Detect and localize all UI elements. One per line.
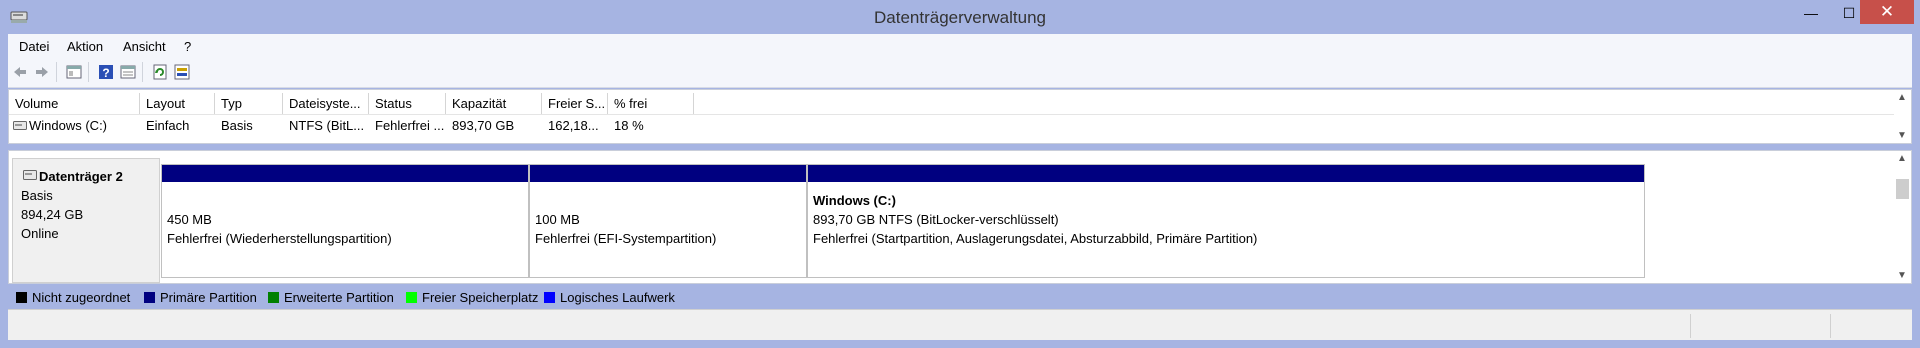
legend: Nicht zugeordnet Primäre Partition Erwei… bbox=[8, 286, 1912, 308]
rescan-disks-icon[interactable] bbox=[174, 64, 190, 80]
legend-swatch bbox=[544, 292, 555, 303]
minimize-button[interactable]: — bbox=[1792, 0, 1830, 26]
back-arrow-icon[interactable] bbox=[12, 64, 28, 80]
partition-type-bar bbox=[162, 165, 528, 182]
scroll-thumb[interactable] bbox=[1896, 179, 1909, 199]
scroll-down-icon[interactable]: ▼ bbox=[1897, 270, 1907, 281]
legend-item-primary: Primäre Partition bbox=[144, 290, 257, 305]
col-status[interactable]: Status bbox=[369, 93, 446, 114]
status-divider bbox=[1690, 314, 1691, 338]
toolbar-separator bbox=[56, 62, 57, 82]
cell-prozent-frei: 18 % bbox=[614, 118, 644, 133]
cell-layout: Einfach bbox=[146, 118, 190, 133]
cell-dateisystem: NTFS (BitL... bbox=[289, 118, 365, 133]
col-kapazitaet[interactable]: Kapazität bbox=[446, 93, 542, 114]
cell-freier-speicher: 162,18... bbox=[548, 118, 599, 133]
col-typ[interactable]: Typ bbox=[215, 93, 283, 114]
legend-label: Logisches Laufwerk bbox=[560, 290, 675, 305]
col-layout[interactable]: Layout bbox=[140, 93, 215, 114]
status-bar bbox=[8, 309, 1912, 340]
legend-item-extended: Erweiterte Partition bbox=[268, 290, 394, 305]
menu-aktion[interactable]: Aktion bbox=[67, 39, 103, 54]
cell-volume: Windows (C:) bbox=[29, 118, 108, 133]
properties-icon[interactable] bbox=[120, 64, 136, 80]
console-tree-icon[interactable] bbox=[66, 64, 82, 80]
legend-item-unallocated: Nicht zugeordnet bbox=[16, 290, 130, 305]
legend-swatch bbox=[406, 292, 417, 303]
menu-help[interactable]: ? bbox=[184, 39, 191, 54]
svg-text:?: ? bbox=[102, 66, 109, 80]
app-window: Datenträgerverwaltung — ☐ ✕ Datei Aktion… bbox=[0, 0, 1920, 348]
col-prozent-frei[interactable]: % frei bbox=[608, 93, 694, 114]
partition-type-bar bbox=[808, 165, 1644, 182]
refresh-icon[interactable] bbox=[152, 64, 168, 80]
col-volume[interactable]: Volume bbox=[9, 93, 140, 114]
col-dateisystem[interactable]: Dateisyste... bbox=[283, 93, 369, 114]
partition-size: 100 MB bbox=[535, 212, 580, 227]
window-title: Datenträgerverwaltung bbox=[874, 8, 1046, 27]
disk-info[interactable]: Datenträger 2 Basis 894,24 GB Online bbox=[12, 158, 160, 283]
partition-status: Fehlerfrei (EFI-Systempartition) bbox=[535, 231, 717, 246]
status-divider bbox=[1830, 314, 1831, 338]
legend-swatch bbox=[268, 292, 279, 303]
disk-name: Datenträger 2 bbox=[39, 169, 123, 184]
partition-efi[interactable]: 100 MB Fehlerfrei (EFI-Systempartition) bbox=[529, 164, 807, 278]
partition-size: 450 MB bbox=[167, 212, 212, 227]
forward-arrow-icon[interactable] bbox=[34, 64, 50, 80]
menu-ansicht[interactable]: Ansicht bbox=[123, 39, 166, 54]
legend-label: Nicht zugeordnet bbox=[32, 290, 131, 305]
col-freier-speicher[interactable]: Freier S... bbox=[542, 93, 608, 114]
volume-list-scrollbar[interactable]: ▲ ▼ bbox=[1894, 90, 1911, 143]
disk-size: 894,24 GB bbox=[21, 207, 84, 222]
menu-bar: Datei Aktion Ansicht ? bbox=[8, 34, 1912, 58]
partition-title bbox=[535, 191, 716, 210]
partition-title: Windows (C:) bbox=[813, 193, 896, 208]
legend-label: Primäre Partition bbox=[160, 290, 257, 305]
disk-map: Datenträger 2 Basis 894,24 GB Online 450… bbox=[8, 150, 1912, 284]
scroll-up-icon[interactable]: ▲ bbox=[1897, 92, 1907, 103]
partition-recovery[interactable]: 450 MB Fehlerfrei (Wiederherstellungspar… bbox=[161, 164, 529, 278]
disk-type: Basis bbox=[21, 188, 53, 203]
close-button[interactable]: ✕ bbox=[1860, 0, 1914, 24]
cell-kapazitaet: 893,70 GB bbox=[452, 118, 515, 133]
toolbar-separator bbox=[142, 62, 143, 82]
partition-status: Fehlerfrei (Wiederherstellungspartition) bbox=[167, 231, 392, 246]
help-icon[interactable]: ? bbox=[98, 64, 114, 80]
menu-datei[interactable]: Datei bbox=[19, 39, 49, 54]
cell-typ: Basis bbox=[221, 118, 253, 133]
partition-status: Fehlerfrei (Startpartition, Auslagerungs… bbox=[813, 231, 1258, 246]
scroll-down-icon[interactable]: ▼ bbox=[1897, 130, 1907, 141]
disk-icon bbox=[23, 170, 37, 180]
legend-label: Erweiterte Partition bbox=[284, 290, 394, 305]
partition-size: 893,70 GB NTFS (BitLocker-verschlüsselt) bbox=[813, 212, 1059, 227]
partition-title bbox=[167, 191, 392, 210]
toolbar-separator bbox=[88, 62, 89, 82]
title-bar[interactable]: Datenträgerverwaltung — ☐ ✕ bbox=[0, 0, 1920, 34]
header-divider bbox=[9, 114, 1899, 115]
volume-list: Volume Layout Typ Dateisyste... Status K… bbox=[8, 89, 1912, 144]
disk-state: Online bbox=[21, 226, 59, 241]
partition-type-bar bbox=[530, 165, 806, 182]
legend-item-free-space: Freier Speicherplatz bbox=[406, 290, 538, 305]
legend-swatch bbox=[16, 292, 27, 303]
cell-status: Fehlerfrei ... bbox=[375, 118, 445, 133]
legend-swatch bbox=[144, 292, 155, 303]
toolbar: ? bbox=[8, 58, 1912, 88]
legend-item-logical: Logisches Laufwerk bbox=[544, 290, 675, 305]
disk-map-scrollbar[interactable]: ▲ ▼ bbox=[1894, 151, 1911, 283]
legend-label: Freier Speicherplatz bbox=[422, 290, 539, 305]
partition-windows[interactable]: Windows (C:) 893,70 GB NTFS (BitLocker-v… bbox=[807, 164, 1645, 278]
scroll-up-icon[interactable]: ▲ bbox=[1897, 153, 1907, 164]
